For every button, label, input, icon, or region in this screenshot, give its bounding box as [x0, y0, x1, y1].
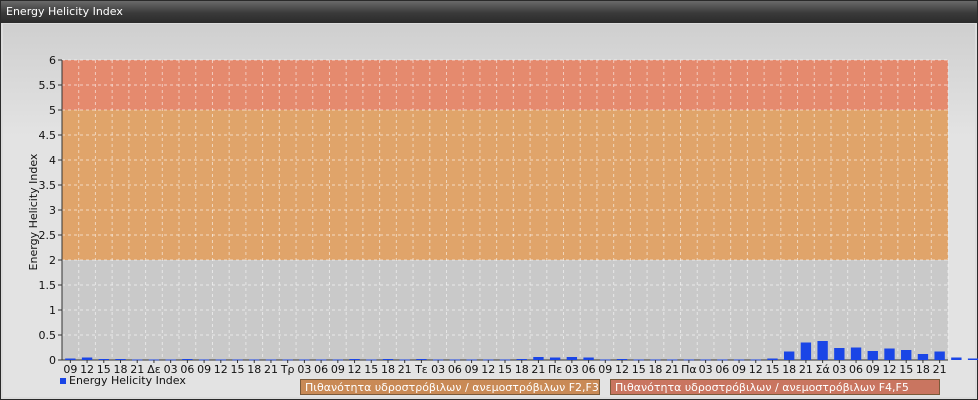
y-tick-label: 3 — [49, 204, 56, 217]
bar-30 — [566, 357, 578, 360]
x-tick-label: 15 — [899, 363, 913, 376]
x-tick-label: 03 — [832, 363, 846, 376]
bar-31 — [583, 357, 594, 360]
y-tick-label: 1.5 — [39, 279, 57, 292]
y-tick-label: 3.5 — [39, 179, 57, 192]
bar-21 — [416, 359, 427, 360]
bar-1 — [81, 357, 93, 360]
x-tick-label: 06 — [849, 363, 863, 376]
legend-band-f4f5-label: Πιθανότητα υδροστρόβιλων / ανεμοστρόβιλω… — [615, 381, 909, 394]
bar-48 — [867, 351, 878, 360]
x-tick-label: 06 — [582, 363, 596, 376]
x-tick-label: 18 — [381, 363, 395, 376]
bar-44 — [800, 342, 812, 360]
y-tick-label: 5 — [49, 104, 56, 117]
bar-28 — [533, 357, 544, 360]
x-tick-label: 03 — [431, 363, 445, 376]
x-tick-label: 06 — [715, 363, 729, 376]
x-tick-label: 21 — [933, 363, 947, 376]
x-tick-label: 12 — [882, 363, 896, 376]
x-tick-label: 15 — [498, 363, 512, 376]
bar-51 — [917, 354, 929, 360]
x-tick-label: 12 — [749, 363, 763, 376]
x-tick-label: 06 — [448, 363, 462, 376]
legend-band-f4f5: Πιθανότητα υδροστρόβιλων / ανεμοστρόβιλω… — [610, 379, 940, 395]
y-axis-label: Energy Helicity Index — [27, 153, 40, 270]
x-tick-label: 21 — [799, 363, 813, 376]
bar-33 — [616, 359, 628, 360]
x-tick-label: 15 — [632, 363, 646, 376]
x-tick-label: 09 — [866, 363, 880, 376]
x-tick-label: 03 — [565, 363, 579, 376]
x-tick-label: 21 — [398, 363, 412, 376]
x-tick-label: 18 — [916, 363, 930, 376]
x-tick-label: 21 — [531, 363, 545, 376]
x-tick-label: 12 — [348, 363, 362, 376]
x-tick-label: 09 — [331, 363, 345, 376]
bar-3 — [115, 359, 126, 360]
y-tick-label: 1 — [49, 304, 56, 317]
bar-27 — [516, 359, 527, 360]
x-tick-label: 18 — [648, 363, 662, 376]
x-tick-label: Τρ — [280, 363, 295, 376]
x-tick-label: 21 — [665, 363, 679, 376]
bar-50 — [901, 350, 912, 360]
x-tick-label: 06 — [314, 363, 328, 376]
bar-43 — [784, 351, 795, 360]
x-tick-label: 03 — [699, 363, 713, 376]
x-tick-label: 12 — [481, 363, 495, 376]
x-tick-label: Τε — [414, 363, 428, 376]
x-tick-label: 18 — [247, 363, 261, 376]
x-tick-label: 09 — [732, 363, 746, 376]
x-tick-label: 12 — [615, 363, 629, 376]
y-tick-label: 6 — [49, 54, 56, 67]
bar-42 — [767, 358, 778, 360]
bar-54 — [967, 358, 978, 360]
y-tick-label: 0 — [49, 354, 56, 367]
x-tick-label: 09 — [465, 363, 479, 376]
x-tick-label: Σά — [816, 363, 830, 376]
x-tick-label: 03 — [297, 363, 311, 376]
x-tick-label: 15 — [231, 363, 245, 376]
bar-17 — [349, 359, 360, 360]
x-tick-label: 15 — [765, 363, 779, 376]
bar-7 — [182, 359, 193, 360]
y-tick-label: 2.5 — [39, 229, 57, 242]
y-tick-label: 4 — [49, 154, 56, 167]
x-tick-label: 09 — [598, 363, 612, 376]
x-tick-label: 18 — [515, 363, 529, 376]
x-tick-label: 18 — [782, 363, 796, 376]
legend-series-label: Energy Helicity Index — [69, 374, 186, 387]
bar-0 — [65, 358, 76, 360]
bar-2 — [98, 359, 109, 360]
bar-47 — [850, 347, 862, 360]
x-tick-label: 12 — [214, 363, 228, 376]
bar-52 — [934, 351, 945, 360]
y-tick-label: 0.5 — [39, 329, 57, 342]
x-tick-label: Πα — [681, 363, 697, 376]
helicity-chart: 00.511.522.533.544.555.5609 12 15 18 21 Δε 03 0… — [27, 54, 978, 376]
x-tick-label: Πε — [548, 363, 562, 376]
legend-series-swatch — [60, 378, 66, 384]
bar-19 — [382, 359, 394, 360]
y-tick-label: 2 — [49, 254, 56, 267]
x-tick-label: 21 — [264, 363, 278, 376]
bar-53 — [951, 357, 962, 360]
bar-49 — [884, 348, 895, 360]
x-tick-label: 09 — [197, 363, 211, 376]
y-tick-label: 5.5 — [39, 79, 57, 92]
legend-series-item[interactable]: Energy Helicity Index — [60, 374, 186, 387]
bar-45 — [817, 341, 828, 360]
legend-band-f2f3: Πιθανότητα υδροστρόβιλων / ανεμοστρόβιλω… — [300, 379, 600, 395]
x-tick-label: 15 — [364, 363, 378, 376]
bar-46 — [834, 348, 845, 360]
legend-band-f2f3-label: Πιθανότητα υδροστρόβιλων / ανεμοστρόβιλω… — [305, 381, 599, 394]
bar-29 — [549, 357, 561, 360]
y-tick-label: 4.5 — [39, 129, 57, 142]
